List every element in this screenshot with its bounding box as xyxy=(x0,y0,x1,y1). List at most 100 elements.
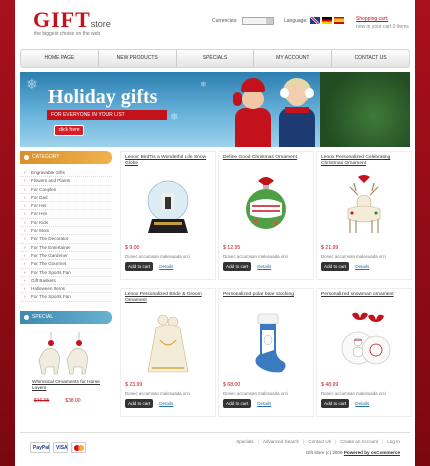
footer-link-log-in[interactable]: Log In xyxy=(387,439,400,444)
product-price: $ 68.00 xyxy=(223,382,241,388)
nav-specials[interactable]: SPECIALS xyxy=(177,50,255,67)
details-link[interactable]: Details xyxy=(257,264,271,269)
footer-link-advanced-search[interactable]: Advanced Search xyxy=(263,439,299,444)
details-link[interactable]: Details xyxy=(159,401,173,406)
add-to-cart-button[interactable]: Add to cart xyxy=(223,262,252,271)
product-card: Lenox Personalized Celebrating Christmas… xyxy=(316,151,412,280)
product-name[interactable]: Define Good Christmas Ornament xyxy=(223,155,309,169)
category-item[interactable]: For The Entertainer xyxy=(20,244,112,252)
product-name[interactable]: Lenox Personalized Celebrating Christmas… xyxy=(321,155,407,169)
cart-title[interactable]: Shopping cart: xyxy=(356,15,409,23)
product-description: Donec accumsan malesuada orci xyxy=(125,254,190,259)
english-flag-icon[interactable] xyxy=(309,17,320,24)
product-name[interactable]: Personalized snowman ornament xyxy=(321,292,407,306)
deer-ornament-icon[interactable] xyxy=(334,173,394,239)
add-to-cart-button[interactable]: Add to cart xyxy=(223,399,252,408)
add-to-cart-button[interactable]: Add to cart xyxy=(125,399,154,408)
product-price: $ 48.99 xyxy=(321,382,339,388)
currency-select[interactable] xyxy=(241,17,274,25)
details-link[interactable]: Details xyxy=(159,264,173,269)
snowman-ornament-icon[interactable] xyxy=(334,310,394,376)
category-item[interactable]: For Her xyxy=(20,202,112,211)
footer-links: Specials | Advanced Search | Contact Us … xyxy=(236,439,400,444)
powered-by-link[interactable]: Powered by osCommerce xyxy=(344,450,400,455)
category-item[interactable]: For Him xyxy=(20,210,112,219)
product-price: $ 21.99 xyxy=(321,245,339,251)
nav-my-account[interactable]: MY ACCOUNT xyxy=(254,50,333,67)
spanish-flag-icon[interactable] xyxy=(333,17,344,24)
language: Language: xyxy=(284,17,344,24)
cart-info: now in your cart 0 items xyxy=(356,24,409,30)
special-product-name[interactable]: Whimsical Ornaments for Horse Lovers xyxy=(20,380,112,392)
nav-contact-us[interactable]: CONTACT US xyxy=(332,50,409,67)
bullet-icon xyxy=(24,314,29,320)
product-card: Lenox Personalized Bride & Groom Ornamen… xyxy=(120,288,216,417)
product-name[interactable]: Lenox Personalized Bride & Groom Ornamen… xyxy=(125,292,211,306)
christmas-tree-image xyxy=(320,72,410,147)
category-item[interactable]: For Dad xyxy=(20,194,112,202)
page: GIFTstore the biggest choise on the web … xyxy=(15,0,415,466)
product-actions: Add to cart Details xyxy=(125,399,211,408)
green-ornament-icon[interactable] xyxy=(236,173,296,239)
stocking-icon[interactable] xyxy=(236,310,296,376)
details-link[interactable]: Details xyxy=(355,401,369,406)
couple-ornament-icon[interactable] xyxy=(138,310,198,376)
german-flag-icon[interactable] xyxy=(321,17,332,24)
footer-link-create-account[interactable]: Create an Account xyxy=(340,439,378,444)
category-item[interactable]: Engravable Gifts xyxy=(20,169,112,178)
category-item[interactable]: For The Sports Fan xyxy=(20,293,112,302)
special-prices: $46.65 $38.00 xyxy=(20,398,112,404)
details-link[interactable]: Details xyxy=(257,401,271,406)
shopping-cart: Shopping cart: now in your cart 0 items xyxy=(356,15,409,31)
product-price: $ 23.99 xyxy=(125,382,143,388)
product-actions: Add to cart Details xyxy=(321,262,407,271)
product-description: Donec accumsan malesuada orci xyxy=(321,391,386,396)
special-header: SPECIAL xyxy=(20,310,112,324)
banner-subtitle: FOR EVERYONE IN YOUR LIST xyxy=(47,110,167,120)
product-description: Donec accumsan malesuada orci xyxy=(223,254,288,259)
visa-icon: VISA xyxy=(53,442,68,453)
logo[interactable]: GIFTstore xyxy=(33,7,111,33)
category-item[interactable]: Gift Baskets xyxy=(20,277,112,285)
footer-link-contact-us[interactable]: Contact Us xyxy=(308,439,331,444)
divider: | xyxy=(335,439,337,444)
category-item[interactable]: For The Gardener xyxy=(20,252,112,261)
product-card: Personalized polar bear stocking $ 68.00… xyxy=(218,288,314,417)
product-description: Donec accumsan malesuada orci xyxy=(223,391,288,396)
product-grid: Lenox' BirdTis a Wonderful Life Snow Glo… xyxy=(120,151,412,417)
logo-sub: store xyxy=(90,19,111,29)
category-item[interactable]: For The Gourmet xyxy=(20,260,112,269)
category-item[interactable]: For Kids xyxy=(20,219,112,227)
language-label: Language: xyxy=(284,17,308,24)
footer: PayPal VISA Specials | Advanced Search |… xyxy=(20,432,410,462)
category-item[interactable]: Flowers and Plants xyxy=(20,177,112,186)
add-to-cart-button[interactable]: Add to cart xyxy=(321,399,350,408)
holiday-banner: ❄ ❄ ❄ Holiday gifts FOR EVERYONE IN YOUR… xyxy=(20,72,410,147)
nav-new-products[interactable]: NEW PRODUCTS xyxy=(99,50,177,67)
product-actions: Add to cart Details xyxy=(125,262,211,271)
product-name[interactable]: Personalized polar bear stocking xyxy=(223,292,309,306)
add-to-cart-button[interactable]: Add to cart xyxy=(125,262,154,271)
add-to-cart-button[interactable]: Add to cart xyxy=(321,262,350,271)
category-item[interactable]: For The Decorator xyxy=(20,235,112,244)
category-item[interactable]: For Couples xyxy=(20,186,112,194)
snowflake-icon: ❄ xyxy=(200,80,207,89)
category-item[interactable]: For The Sports Fan xyxy=(20,269,112,277)
currencies: Currencies: xyxy=(212,17,274,25)
details-link[interactable]: Details xyxy=(355,264,369,269)
category-item[interactable]: Halloween Items xyxy=(20,285,112,294)
boy-image xyxy=(233,78,273,147)
product-card: Personalized snowman ornament $ 48.99 Do… xyxy=(316,288,412,417)
category-item[interactable]: For Mom xyxy=(20,227,112,236)
snowflake-icon: ❄ xyxy=(26,76,38,92)
footer-link-specials[interactable]: Specials xyxy=(236,439,253,444)
product-actions: Add to cart Details xyxy=(223,262,309,271)
copyright-text: Gift store (c) 2009 xyxy=(305,450,343,455)
product-description: Donec accumsan malesuada orci xyxy=(125,391,190,396)
horse-ornament-icon[interactable] xyxy=(31,331,101,376)
paypal-icon: PayPal xyxy=(30,442,50,453)
nav-home[interactable]: HOME PAGE xyxy=(21,50,99,67)
product-name[interactable]: Lenox' BirdTis a Wonderful Life Snow Glo… xyxy=(125,155,211,169)
snow-globe-icon[interactable] xyxy=(138,173,198,239)
banner-button[interactable]: click here xyxy=(54,125,84,136)
